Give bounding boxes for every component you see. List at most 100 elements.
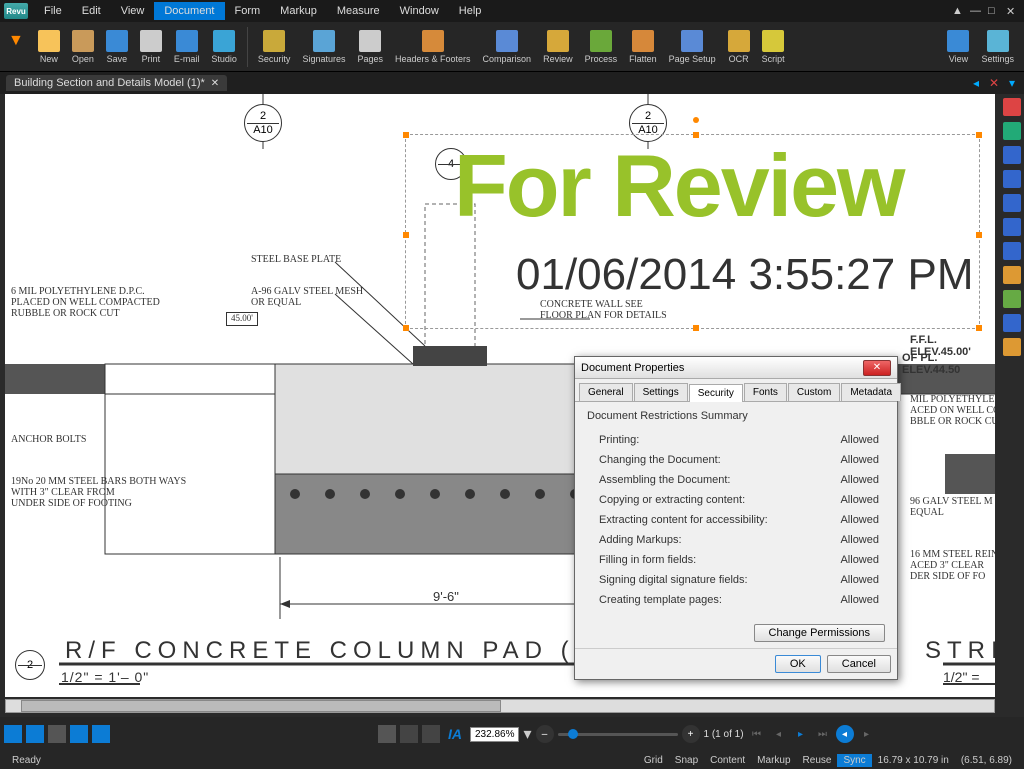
dimension: 9'-6" [433, 590, 459, 604]
highlight-tool-icon[interactable] [1003, 170, 1021, 188]
ribbon-pages[interactable]: Pages [351, 30, 389, 64]
zoom-out-button[interactable]: – [536, 725, 554, 743]
ribbon-flatten[interactable]: Flatten [623, 30, 663, 64]
ribbon-review[interactable]: Review [537, 30, 579, 64]
panel1-icon[interactable] [4, 725, 22, 743]
zoom-down-icon[interactable]: ▾ [523, 724, 531, 744]
menu-help[interactable]: Help [449, 2, 492, 20]
restriction-row: Signing digital signature fields:Allowed [587, 570, 885, 590]
dropdown-icon[interactable]: ▼ [8, 32, 24, 50]
security-icon [263, 30, 285, 52]
menu-window[interactable]: Window [390, 2, 449, 20]
menu-file[interactable]: File [34, 2, 72, 20]
first-page-icon[interactable]: ⏮ [748, 725, 766, 743]
pen-tool-icon[interactable] [1003, 146, 1021, 164]
tab-prev-icon[interactable]: ◂ [968, 75, 984, 91]
ribbon-studio[interactable]: Studio [205, 30, 243, 64]
tab-close-icon[interactable]: ✕ [211, 78, 219, 89]
ribbon-signatures[interactable]: Signatures [296, 30, 351, 64]
drawing-note: ANCHOR BOLTS [11, 434, 86, 445]
status-toggle-grid[interactable]: Grid [638, 755, 669, 766]
prev-page-icon[interactable]: ◂ [770, 725, 788, 743]
dialog-tab-general[interactable]: General [579, 383, 633, 401]
drawing-note: 96 GALV STEEL M EQUAL [910, 496, 993, 518]
restriction-row: Assembling the Document:Allowed [587, 470, 885, 490]
help-icon[interactable]: ▲ [952, 5, 966, 17]
zoom-tool-icon[interactable] [422, 725, 440, 743]
stamp-tool-icon[interactable] [1003, 266, 1021, 284]
menu-document[interactable]: Document [154, 2, 224, 20]
scrollbar-thumb[interactable] [21, 700, 501, 712]
ribbon-new[interactable]: New [32, 30, 66, 64]
text-tool-icon[interactable] [1003, 122, 1021, 140]
e-mail-icon [176, 30, 198, 52]
dialog-tab-fonts[interactable]: Fonts [744, 383, 787, 401]
menu-form[interactable]: Form [225, 2, 271, 20]
menu-view[interactable]: View [111, 2, 155, 20]
shape-tool-icon[interactable] [1003, 218, 1021, 236]
scale-right: 1/2" = [943, 670, 980, 685]
line-tool-icon[interactable] [1003, 194, 1021, 212]
document-tab[interactable]: Building Section and Details Model (1)* … [6, 75, 227, 91]
ribbon-open[interactable]: Open [66, 30, 100, 64]
next-view-icon[interactable]: ▸ [858, 725, 876, 743]
zoom-slider[interactable] [558, 733, 678, 736]
dialog-tab-settings[interactable]: Settings [634, 383, 688, 401]
menu-measure[interactable]: Measure [327, 2, 390, 20]
dialog-tab-security[interactable]: Security [689, 384, 743, 402]
menu-markup[interactable]: Markup [270, 2, 327, 20]
ribbon-page-setup[interactable]: Page Setup [663, 30, 722, 64]
minimize-icon[interactable]: — [970, 5, 984, 17]
ribbon-view[interactable]: View [941, 30, 975, 64]
ribbon-e-mail[interactable]: E-mail [168, 30, 206, 64]
horizontal-scrollbar[interactable] [5, 699, 995, 713]
zoom-in-button[interactable]: + [682, 725, 700, 743]
dialog-close-button[interactable]: ✕ [863, 360, 891, 376]
status-toggle-markup[interactable]: Markup [751, 755, 796, 766]
cloud-tool-icon[interactable] [1003, 338, 1021, 356]
dialog-titlebar[interactable]: Document Properties ✕ [575, 357, 897, 379]
zoom-input[interactable]: 232.86% [470, 727, 519, 742]
status-toggle-sync[interactable]: Sync [837, 754, 871, 767]
callout-tool-icon[interactable] [1003, 314, 1021, 332]
last-page-icon[interactable]: ⏭ [814, 725, 832, 743]
close-icon[interactable]: ✕ [1006, 5, 1020, 17]
panel2-icon[interactable] [26, 725, 44, 743]
record-icon[interactable] [1003, 98, 1021, 116]
info-icon[interactable]: IA [444, 726, 466, 742]
section-ref: 2 A10 [244, 104, 282, 142]
ribbon-script[interactable]: Script [756, 30, 791, 64]
panel4-icon[interactable] [70, 725, 88, 743]
image-tool-icon[interactable] [1003, 290, 1021, 308]
ribbon-process[interactable]: Process [579, 30, 624, 64]
menu-edit[interactable]: Edit [72, 2, 111, 20]
panel3-icon[interactable] [48, 725, 66, 743]
prev-view-icon[interactable]: ◂ [836, 725, 854, 743]
status-toggle-reuse[interactable]: Reuse [797, 755, 838, 766]
window-controls: ▲ — □ ✕ [952, 5, 1020, 17]
ribbon-save[interactable]: Save [100, 30, 134, 64]
select-tool-icon[interactable] [400, 725, 418, 743]
tab-menu-icon[interactable]: ▾ [1004, 75, 1020, 91]
change-permissions-button[interactable]: Change Permissions [754, 624, 886, 642]
ribbon-settings[interactable]: Settings [975, 30, 1020, 64]
review-stamp[interactable]: For Review 01/06/2014 3:55:27 PM [405, 134, 980, 329]
dialog-tab-custom[interactable]: Custom [788, 383, 840, 401]
maximize-icon[interactable]: □ [988, 5, 1002, 17]
cancel-button[interactable]: Cancel [827, 655, 891, 673]
next-page-icon[interactable]: ▸ [792, 725, 810, 743]
arrow-tool-icon[interactable] [1003, 242, 1021, 260]
status-toggle-content[interactable]: Content [704, 755, 751, 766]
pan-tool-icon[interactable] [378, 725, 396, 743]
ribbon-security[interactable]: Security [252, 30, 297, 64]
ribbon-print[interactable]: Print [134, 30, 168, 64]
ribbon-comparison[interactable]: Comparison [477, 30, 538, 64]
ribbon-headers-footers[interactable]: Headers & Footers [389, 30, 477, 64]
tab-close-all-icon[interactable]: ✕ [986, 75, 1002, 91]
sheet-title: R/F CONCRETE COLUMN PAD (FOC [65, 637, 643, 665]
panel5-icon[interactable] [92, 725, 110, 743]
ribbon-ocr[interactable]: OCR [722, 30, 756, 64]
dialog-tab-metadata[interactable]: Metadata [841, 383, 901, 401]
ok-button[interactable]: OK [775, 655, 821, 673]
status-toggle-snap[interactable]: Snap [669, 755, 704, 766]
